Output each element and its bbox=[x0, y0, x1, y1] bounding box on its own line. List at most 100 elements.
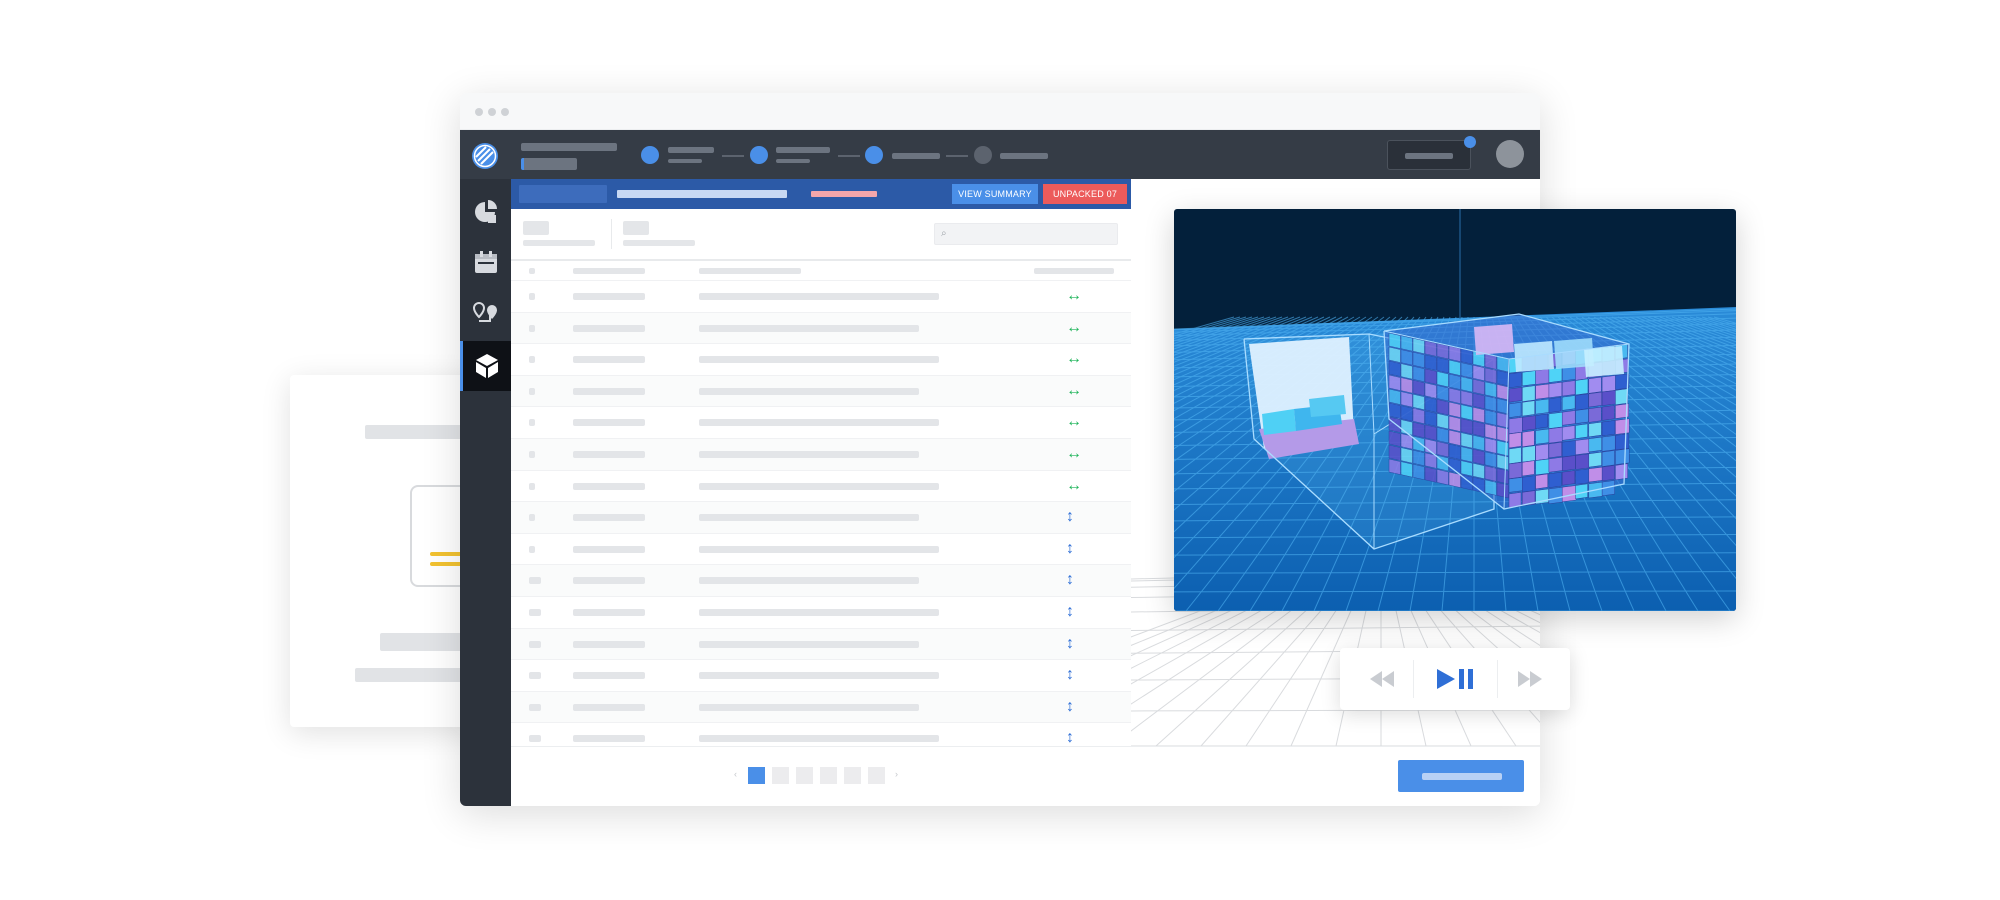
horizontal-orientation-icon[interactable]: ↔ bbox=[1066, 412, 1082, 432]
table-row[interactable]: ↕ bbox=[511, 565, 1131, 597]
window-dot[interactable] bbox=[475, 108, 483, 116]
row-desc-cell bbox=[699, 482, 939, 490]
row-id-cell bbox=[573, 703, 645, 711]
stat-2-label bbox=[623, 240, 695, 246]
stat-1-value bbox=[523, 221, 549, 235]
horizontal-orientation-icon[interactable]: ↔ bbox=[1066, 381, 1082, 401]
stats-bar: ⌕ bbox=[511, 209, 1131, 261]
horizontal-orientation-icon[interactable]: ↔ bbox=[1066, 349, 1082, 369]
horizontal-orientation-icon[interactable]: ↔ bbox=[1066, 318, 1082, 338]
unpacked-button[interactable]: UNPACKED 07 bbox=[1043, 184, 1127, 204]
step-3-label bbox=[892, 153, 940, 159]
row-index-cell bbox=[529, 514, 535, 522]
header-action-button[interactable] bbox=[1387, 140, 1471, 170]
logo-icon[interactable] bbox=[471, 142, 499, 170]
route-pin-icon bbox=[472, 301, 497, 322]
vertical-orientation-icon[interactable]: ↕ bbox=[1066, 507, 1074, 527]
row-desc-cell bbox=[699, 608, 939, 616]
control-divider bbox=[1497, 660, 1498, 698]
header-cell bbox=[699, 268, 801, 274]
step-3-indicator[interactable] bbox=[865, 146, 883, 164]
row-index-cell bbox=[529, 387, 535, 395]
prev-page-icon[interactable]: ‹ bbox=[734, 769, 737, 779]
horizontal-orientation-icon[interactable]: ↔ bbox=[1066, 444, 1082, 464]
row-id-cell bbox=[573, 293, 645, 300]
vertical-orientation-icon[interactable]: ↕ bbox=[1066, 697, 1074, 717]
step-2-indicator[interactable] bbox=[750, 146, 768, 164]
table-row[interactable]: ↕ bbox=[511, 502, 1131, 534]
step-2-sublabel bbox=[776, 159, 810, 163]
table-row[interactable]: ↔ bbox=[511, 375, 1131, 408]
primary-action-button[interactable] bbox=[1398, 760, 1524, 792]
table-row[interactable]: ↔ bbox=[511, 438, 1131, 471]
row-index-cell bbox=[529, 482, 535, 490]
play-pause-button[interactable] bbox=[1420, 661, 1490, 697]
page-button[interactable] bbox=[820, 767, 837, 784]
step-4-indicator[interactable] bbox=[974, 146, 992, 164]
fast-forward-button[interactable] bbox=[1500, 661, 1560, 697]
project-sub-placeholder[interactable] bbox=[521, 158, 577, 170]
window-dot[interactable] bbox=[501, 108, 509, 116]
table-row[interactable]: ↕ bbox=[511, 534, 1131, 566]
table-row[interactable]: ↕ bbox=[511, 628, 1131, 661]
sidebar-item-routes[interactable] bbox=[460, 289, 511, 339]
content-header: VIEW SUMMARY UNPACKED 07 bbox=[511, 179, 1131, 209]
table-row[interactable]: ↔ bbox=[511, 312, 1131, 345]
horizontal-orientation-icon[interactable]: ↔ bbox=[1066, 286, 1082, 306]
rewind-button[interactable] bbox=[1352, 661, 1412, 697]
row-desc-cell bbox=[699, 387, 919, 395]
next-page-icon[interactable]: › bbox=[895, 769, 898, 779]
page-button[interactable] bbox=[796, 767, 813, 784]
table-row[interactable]: ↔ bbox=[511, 471, 1131, 503]
view-summary-button[interactable]: VIEW SUMMARY bbox=[952, 184, 1038, 204]
step-1-sublabel bbox=[668, 159, 702, 163]
search-input[interactable]: ⌕ bbox=[934, 223, 1118, 245]
table-row[interactable]: ↔ bbox=[511, 344, 1131, 376]
vertical-orientation-icon[interactable]: ↕ bbox=[1066, 602, 1074, 622]
3d-container-scene bbox=[1174, 209, 1736, 611]
header-alert-placeholder bbox=[811, 191, 877, 197]
sidebar-item-analytics[interactable] bbox=[460, 187, 511, 237]
row-index-cell bbox=[529, 324, 535, 332]
stage: VIEW SUMMARY UNPACKED 07 ⌕ ↔ ↔ ↔ ↔ ↔ ↔ ↔ ↕ ↕ ↕ ↕ ↕ ↕… bbox=[0, 0, 2000, 900]
row-id-cell bbox=[573, 514, 645, 522]
table-row[interactable]: ↕ bbox=[511, 723, 1131, 746]
row-index-cell bbox=[529, 577, 541, 585]
step-connector bbox=[838, 155, 860, 157]
window-dot[interactable] bbox=[488, 108, 496, 116]
row-desc-cell bbox=[699, 293, 939, 300]
page-button[interactable] bbox=[868, 767, 885, 784]
sidebar-item-packing[interactable] bbox=[460, 341, 511, 391]
primary-action-label bbox=[1422, 773, 1502, 780]
page-button[interactable] bbox=[748, 767, 765, 784]
vertical-orientation-icon[interactable]: ↕ bbox=[1066, 634, 1074, 654]
stat-1-label bbox=[523, 240, 595, 246]
table-row[interactable]: ↕ bbox=[511, 660, 1131, 692]
table-row[interactable]: ↕ bbox=[511, 691, 1131, 724]
row-index-cell bbox=[529, 640, 541, 648]
vertical-orientation-icon[interactable]: ↕ bbox=[1066, 665, 1074, 685]
table-row[interactable]: ↕ bbox=[511, 597, 1131, 629]
window-titlebar bbox=[460, 93, 1540, 130]
notification-badge bbox=[1464, 136, 1476, 148]
avatar[interactable] bbox=[1496, 140, 1524, 168]
row-id-cell bbox=[573, 450, 645, 458]
page-button[interactable] bbox=[844, 767, 861, 784]
vertical-orientation-icon[interactable]: ↕ bbox=[1066, 728, 1074, 746]
table-header bbox=[511, 261, 1131, 281]
vertical-orientation-icon[interactable]: ↕ bbox=[1066, 570, 1074, 590]
calendar-icon bbox=[474, 251, 497, 273]
row-desc-cell bbox=[699, 703, 919, 711]
step-1-indicator[interactable] bbox=[641, 146, 659, 164]
page-button[interactable] bbox=[772, 767, 789, 784]
table-row[interactable]: ↔ bbox=[511, 281, 1131, 313]
3d-load-viewport[interactable] bbox=[1174, 209, 1736, 611]
sidebar-item-schedule[interactable] bbox=[460, 237, 511, 287]
vertical-orientation-icon[interactable]: ↕ bbox=[1066, 539, 1074, 559]
pie-chart-icon bbox=[474, 200, 497, 223]
row-index-cell bbox=[529, 419, 535, 427]
table-row[interactable]: ↔ bbox=[511, 407, 1131, 439]
horizontal-orientation-icon[interactable]: ↔ bbox=[1066, 476, 1082, 496]
header-cell bbox=[573, 268, 645, 274]
search-icon: ⌕ bbox=[941, 228, 947, 239]
